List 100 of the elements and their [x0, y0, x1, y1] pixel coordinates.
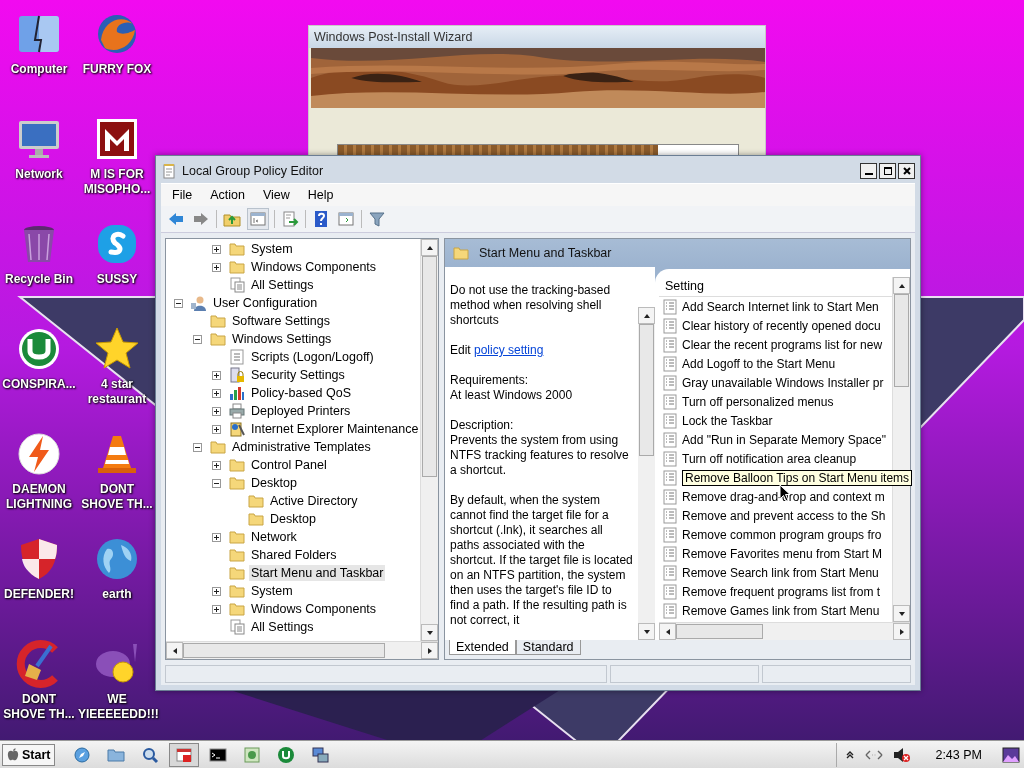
desktop-icon-label[interactable]: CONSPIRA... — [0, 377, 78, 392]
setting-item[interactable]: Add "Run in Separate Memory Space" — [682, 432, 886, 447]
setting-item[interactable]: Gray unavailable Windows Installer pr — [682, 375, 884, 390]
clock[interactable]: 2:43 PM — [935, 747, 982, 762]
expand-icon[interactable] — [212, 406, 221, 416]
column-header[interactable]: Setting — [659, 277, 892, 297]
expand-icon[interactable] — [212, 604, 221, 614]
muted-speaker-icon[interactable] — [893, 746, 912, 763]
desktop-icon-label[interactable]: SUSSY — [78, 272, 156, 287]
desktop-icon-label[interactable]: FURRY FOX — [78, 62, 156, 77]
view-tab[interactable]: Standard — [515, 640, 581, 655]
tree-item[interactable]: Control Panel — [249, 457, 329, 473]
expand-icon[interactable] — [212, 244, 221, 254]
tree-item[interactable]: Policy-based QoS — [249, 385, 354, 401]
tree-item[interactable]: Windows Components — [249, 259, 379, 275]
setting-item[interactable]: Remove Games link from Start Menu — [682, 603, 880, 618]
horizontal-scrollbar[interactable] — [659, 622, 910, 640]
expand-icon[interactable] — [212, 370, 221, 380]
tree-item[interactable]: System — [249, 241, 295, 257]
close-button[interactable] — [898, 163, 915, 179]
expand-icon[interactable] — [212, 424, 221, 434]
setting-item[interactable]: Remove Search link from Start Menu — [682, 565, 879, 580]
scroll-arrow-button[interactable] — [166, 642, 183, 659]
scroll-arrow-button[interactable] — [893, 605, 910, 622]
policy-setting-link[interactable]: policy setting — [474, 343, 544, 357]
scrollbar-thumb[interactable] — [676, 624, 763, 639]
setting-item[interactable]: Remove and prevent access to the Sh — [682, 508, 886, 523]
chevron-up-icon[interactable] — [845, 749, 856, 760]
menu-item[interactable]: View — [253, 188, 299, 202]
expand-icon[interactable] — [212, 460, 221, 470]
tree-item[interactable]: Administrative Templates — [230, 439, 373, 455]
menu-item[interactable]: File — [163, 188, 202, 202]
tree-item[interactable]: Shared Folders — [249, 547, 339, 563]
scroll-arrow-button[interactable] — [638, 307, 655, 324]
desktop-icon-label[interactable]: WE YIEEEEEDD!!! — [78, 692, 156, 722]
tree-item[interactable]: Start Menu and Taskbar — [249, 565, 386, 581]
show-desktop-icon[interactable] — [1002, 746, 1020, 763]
tree-item[interactable]: Network — [249, 529, 299, 545]
setting-item[interactable]: Clear history of recently opened docu — [682, 318, 881, 333]
desktop-icon-label[interactable]: Network — [0, 167, 78, 182]
filter-icon[interactable] — [367, 209, 387, 229]
expand-icon[interactable] — [212, 586, 221, 596]
expand-icon[interactable] — [212, 262, 221, 272]
setting-item[interactable]: Add Search Internet link to Start Men — [682, 299, 879, 314]
export-list-icon[interactable] — [280, 209, 300, 229]
start-button[interactable]: Start — [2, 743, 56, 766]
tree-item[interactable]: Desktop — [268, 511, 318, 527]
setting-item[interactable]: Remove common program groups fro — [682, 527, 882, 542]
scroll-arrow-button[interactable] — [421, 239, 438, 256]
expand-icon[interactable] — [212, 388, 221, 398]
tree-item[interactable]: Internet Explorer Maintenance — [249, 421, 420, 437]
tree-item[interactable]: Security Settings — [249, 367, 347, 383]
scroll-arrow-button[interactable] — [659, 623, 676, 640]
expand-icon[interactable] — [212, 532, 221, 542]
tree-item[interactable]: Desktop — [249, 475, 299, 491]
tree-item[interactable]: System — [249, 583, 295, 599]
network-arrows-icon[interactable] — [865, 748, 884, 761]
setting-item[interactable]: Clear the recent programs list for new — [682, 337, 883, 352]
menu-item[interactable]: Action — [201, 188, 254, 202]
setting-item[interactable]: Turn off notification area cleanup — [682, 451, 857, 466]
setting-item[interactable]: Remove Favorites menu from Start M — [682, 546, 883, 561]
scroll-arrow-button[interactable] — [421, 642, 438, 659]
scrollbar-thumb[interactable] — [183, 643, 386, 658]
tree-item[interactable]: All Settings — [249, 619, 316, 635]
desktop-icon-label[interactable]: M IS FOR MISOPHO... — [78, 167, 156, 197]
collapse-icon[interactable] — [193, 442, 202, 452]
view-tab[interactable]: Extended — [449, 640, 516, 655]
menu-item[interactable]: Help — [298, 188, 343, 202]
scroll-arrow-button[interactable] — [893, 623, 910, 640]
tree-item[interactable]: Windows Components — [249, 601, 379, 617]
tree-item[interactable]: Software Settings — [230, 313, 332, 329]
desktop-icon-label[interactable]: DONT SHOVE TH... — [0, 692, 78, 722]
scrollbar-thumb[interactable] — [639, 324, 654, 456]
desktop-icon-label[interactable]: DAEMON LIGHTNING — [0, 482, 78, 512]
tree-item[interactable]: Deployed Printers — [249, 403, 353, 419]
desktop-icon-label[interactable]: Recycle Bin — [0, 272, 78, 287]
minimize-button[interactable] — [860, 163, 877, 179]
tree-item[interactable]: User Configuration — [211, 295, 320, 311]
tree-item[interactable]: Windows Settings — [230, 331, 334, 347]
maximize-button[interactable] — [879, 163, 896, 179]
scroll-arrow-button[interactable] — [421, 624, 438, 641]
collapse-icon[interactable] — [174, 298, 183, 308]
setting-item[interactable]: Add Logoff to the Start Menu — [682, 356, 836, 371]
collapse-icon[interactable] — [212, 478, 221, 488]
tree-item[interactable]: Active Directory — [268, 493, 360, 509]
desktop-icon-label[interactable]: Computer — [0, 62, 78, 77]
tree-item[interactable]: All Settings — [249, 277, 316, 293]
collapse-icon[interactable] — [193, 334, 202, 344]
scroll-arrow-button[interactable] — [893, 277, 910, 294]
tree-item[interactable]: Scripts (Logon/Logoff) — [249, 349, 376, 365]
setting-item[interactable]: Lock the Taskbar — [682, 413, 773, 428]
scrollbar-thumb[interactable] — [422, 256, 437, 477]
scroll-arrow-button[interactable] — [638, 623, 655, 640]
vertical-scrollbar[interactable] — [638, 307, 655, 640]
vertical-scrollbar[interactable] — [420, 239, 438, 641]
scrollbar-thumb[interactable] — [894, 294, 909, 388]
setting-item[interactable]: Remove frequent programs list from t — [682, 584, 881, 599]
setting-item[interactable]: Turn off personalized menus — [682, 394, 834, 409]
horizontal-scrollbar[interactable] — [166, 641, 438, 659]
desktop-icon-label[interactable]: DONT SHOVE TH... — [78, 482, 156, 512]
